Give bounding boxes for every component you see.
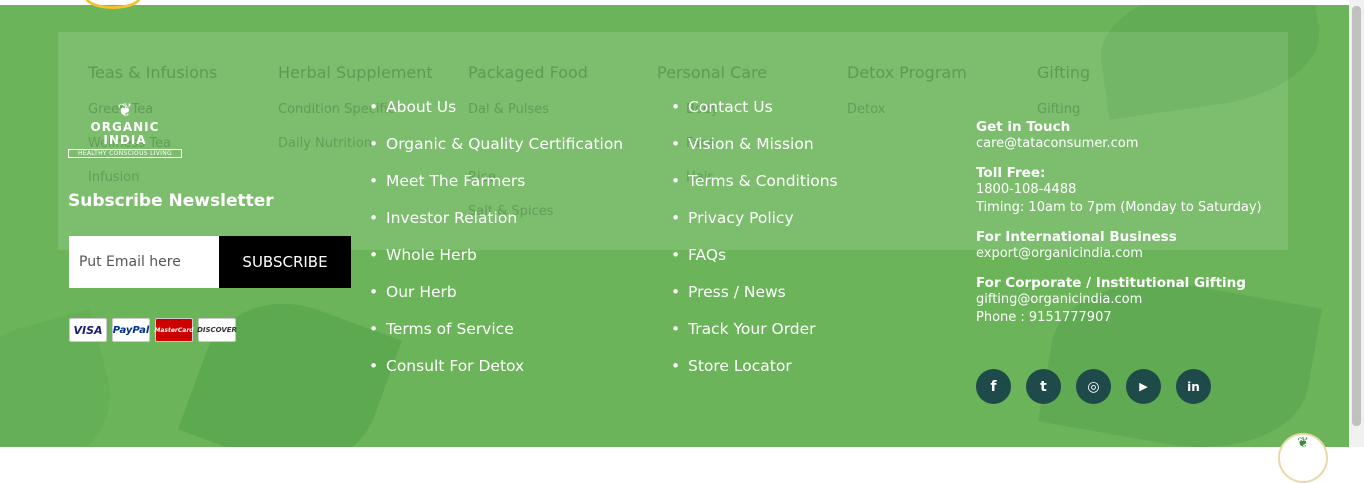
footer-link-whole-herb[interactable]: Whole Herb — [368, 245, 623, 282]
footer-link-press[interactable]: Press / News — [670, 282, 838, 319]
mega-menu-item[interactable]: Daily Nutrition — [278, 136, 372, 151]
footer-link-vision[interactable]: Vision & Mission — [670, 134, 838, 171]
newsletter-heading: Subscribe Newsletter — [68, 191, 274, 211]
contact-heading: Get in Touch — [976, 119, 1071, 135]
lotus-icon: ❦ — [117, 100, 133, 121]
youtube-icon[interactable]: ▶ — [1126, 369, 1161, 404]
toll-free-heading: Toll Free: — [976, 165, 1046, 181]
social-links: f t ◎ ▶ in — [976, 369, 1211, 404]
mega-menu-header[interactable]: Detox Program — [847, 63, 967, 82]
footer-link-privacy[interactable]: Privacy Policy — [670, 208, 838, 245]
mega-menu-header[interactable]: Packaged Food — [468, 63, 588, 82]
mega-menu-header[interactable]: Gifting — [1037, 63, 1090, 82]
discover-icon: DISCOVER — [197, 318, 237, 342]
page-scrollbar[interactable] — [1349, 0, 1364, 447]
payment-methods: VISA PayPal MasterCard DISCOVER — [69, 318, 237, 342]
logo-line2: INDIA — [103, 133, 147, 147]
toll-free-number[interactable]: 1800-108-4488 — [976, 181, 1316, 199]
visa-icon: VISA — [69, 318, 107, 342]
mega-menu-header[interactable]: Personal Care — [657, 63, 767, 82]
scrollbar-thumb[interactable] — [1352, 6, 1361, 426]
organic-india-logo[interactable]: ❦ ORGANIC INDIA HEALTHY CONSCIOUS LIVING — [68, 101, 182, 175]
subscribe-button[interactable]: SUBSCRIBE — [219, 236, 351, 288]
international-email[interactable]: export@organicindia.com — [976, 245, 1316, 263]
footer-link-terms-conditions[interactable]: Terms & Conditions — [670, 171, 838, 208]
mega-menu-item[interactable]: Detox — [847, 102, 885, 117]
mega-menu-header[interactable]: Herbal Supplement — [278, 63, 433, 82]
footer-link-contact[interactable]: Contact Us — [670, 97, 838, 134]
footer-link-faqs[interactable]: FAQs — [670, 245, 838, 282]
footer-link-terms-service[interactable]: Terms of Service — [368, 319, 623, 356]
contact-email[interactable]: care@tataconsumer.com — [976, 135, 1316, 153]
twitter-icon[interactable]: t — [1026, 369, 1061, 404]
instagram-icon[interactable]: ◎ — [1076, 369, 1111, 404]
footer-link-certification[interactable]: Organic & Quality Certification — [368, 134, 623, 171]
footer-links-col1: About Us Organic & Quality Certification… — [368, 97, 623, 393]
gifting-email[interactable]: gifting@organicindia.com — [976, 291, 1316, 309]
mega-menu-header[interactable]: Teas & Infusions — [88, 63, 217, 82]
footer-link-about-us[interactable]: About Us — [368, 97, 623, 134]
gifting-heading: For Corporate / Institutional Gifting — [976, 275, 1246, 291]
gifting-phone[interactable]: Phone : 9151777907 — [976, 309, 1316, 327]
footer-link-farmers[interactable]: Meet The Farmers — [368, 171, 623, 208]
paypal-icon: PayPal — [112, 318, 150, 342]
mastercard-icon: MasterCard — [154, 318, 194, 342]
logo-tagline: HEALTHY CONSCIOUS LIVING — [68, 149, 182, 158]
mega-menu-item[interactable]: Gifting — [1037, 102, 1080, 117]
contact-info: Get in Touch care@tataconsumer.com Toll … — [976, 119, 1316, 339]
footer-link-investor[interactable]: Investor Relation — [368, 208, 623, 245]
linkedin-icon[interactable]: in — [1176, 369, 1211, 404]
chat-widget-icon[interactable]: ❦ — [1278, 433, 1328, 483]
footer-link-store-locator[interactable]: Store Locator — [670, 356, 838, 393]
footer-link-detox[interactable]: Consult For Detox — [368, 356, 623, 393]
newsletter-email-input[interactable] — [69, 236, 219, 288]
footer-links-col2: Contact Us Vision & Mission Terms & Cond… — [670, 97, 838, 393]
international-heading: For International Business — [976, 229, 1177, 245]
footer-link-track-order[interactable]: Track Your Order — [670, 319, 838, 356]
toll-free-timing: Timing: 10am to 7pm (Monday to Saturday) — [976, 200, 1262, 215]
footer-link-our-herb[interactable]: Our Herb — [368, 282, 623, 319]
facebook-icon[interactable]: f — [976, 369, 1011, 404]
